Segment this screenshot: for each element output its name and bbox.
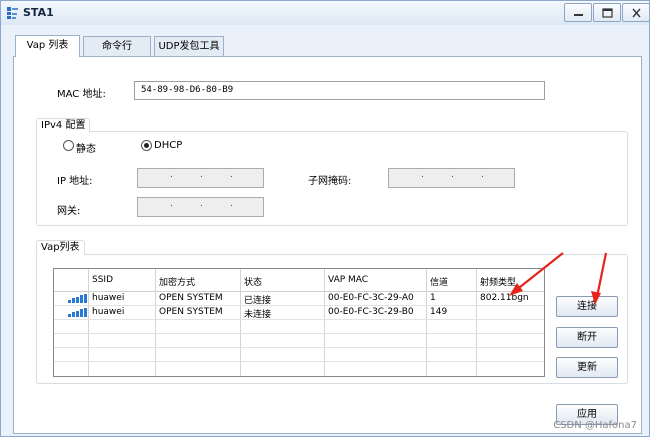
tab-udp-tool[interactable]: UDP发包工具 xyxy=(154,36,224,56)
minimize-icon xyxy=(574,14,583,16)
gateway-field[interactable]: ... xyxy=(137,197,264,217)
column-header-channel[interactable]: 信道 xyxy=(430,275,448,288)
signal-strength-icon xyxy=(68,294,88,303)
tab-command-line[interactable]: 命令行 xyxy=(83,36,151,56)
annotation-arrow-icon xyxy=(509,252,608,305)
tab-vap-list[interactable]: Vap 列表 xyxy=(15,35,80,57)
vap-list-group-title: Vap列表 xyxy=(36,240,85,255)
column-header-vap-mac[interactable]: VAP MAC xyxy=(328,275,368,285)
mac-label: MAC 地址: xyxy=(57,89,106,100)
row1-channel[interactable]: 1 xyxy=(430,293,436,303)
maximize-icon xyxy=(602,8,613,18)
window-title: STA1 xyxy=(23,6,54,19)
static-radio-label: 静态 xyxy=(76,144,96,155)
row2-status[interactable]: 未连接 xyxy=(244,307,271,320)
ip-address-label: IP 地址: xyxy=(57,176,93,187)
signal-strength-icon xyxy=(68,308,88,317)
dhcp-radio[interactable] xyxy=(141,140,152,151)
row1-vap-mac[interactable]: 00-E0-FC-3C-29-A0 xyxy=(328,293,414,303)
refresh-button[interactable]: 更新 xyxy=(556,357,618,378)
row2-encryption[interactable]: OPEN SYSTEM xyxy=(159,307,223,317)
column-header-encryption[interactable]: 加密方式 xyxy=(159,275,195,288)
vap-table: SSID 加密方式 状态 VAP MAC 信道 射频类型 huawei OPEN… xyxy=(53,268,545,377)
gateway-label: 网关: xyxy=(57,206,81,217)
column-header-ssid[interactable]: SSID xyxy=(92,275,113,285)
ip-address-field[interactable]: ... xyxy=(137,168,264,188)
station-app-icon xyxy=(7,7,18,19)
row2-ssid[interactable]: huawei xyxy=(92,307,124,317)
mac-address-field[interactable]: 54-89-98-D6-80-B9 xyxy=(134,81,545,100)
title-bar: STA1 xyxy=(1,1,650,25)
static-radio[interactable] xyxy=(63,140,74,151)
column-header-status[interactable]: 状态 xyxy=(244,275,262,288)
watermark: CSDN @Hafona7 xyxy=(553,420,637,431)
row2-vap-mac[interactable]: 00-E0-FC-3C-29-B0 xyxy=(328,307,414,317)
minimize-button[interactable] xyxy=(564,3,592,22)
close-button[interactable] xyxy=(622,3,650,22)
station-window: STA1 Vap 列表 命令行 UDP发包工具 MAC 地址: 54-89-98… xyxy=(0,0,650,437)
dhcp-radio-label: DHCP xyxy=(154,140,183,151)
row1-status[interactable]: 已连接 xyxy=(244,293,271,306)
close-icon xyxy=(632,8,641,18)
disconnect-button[interactable]: 断开 xyxy=(556,327,618,348)
ipv4-group-title: IPv4 配置 xyxy=(36,118,91,133)
row1-encryption[interactable]: OPEN SYSTEM xyxy=(159,293,223,303)
row2-channel[interactable]: 149 xyxy=(430,307,447,317)
maximize-button[interactable] xyxy=(593,3,621,22)
row1-ssid[interactable]: huawei xyxy=(92,293,124,303)
subnet-mask-field[interactable]: ... xyxy=(388,168,515,188)
subnet-mask-label: 子网掩码: xyxy=(308,176,352,187)
